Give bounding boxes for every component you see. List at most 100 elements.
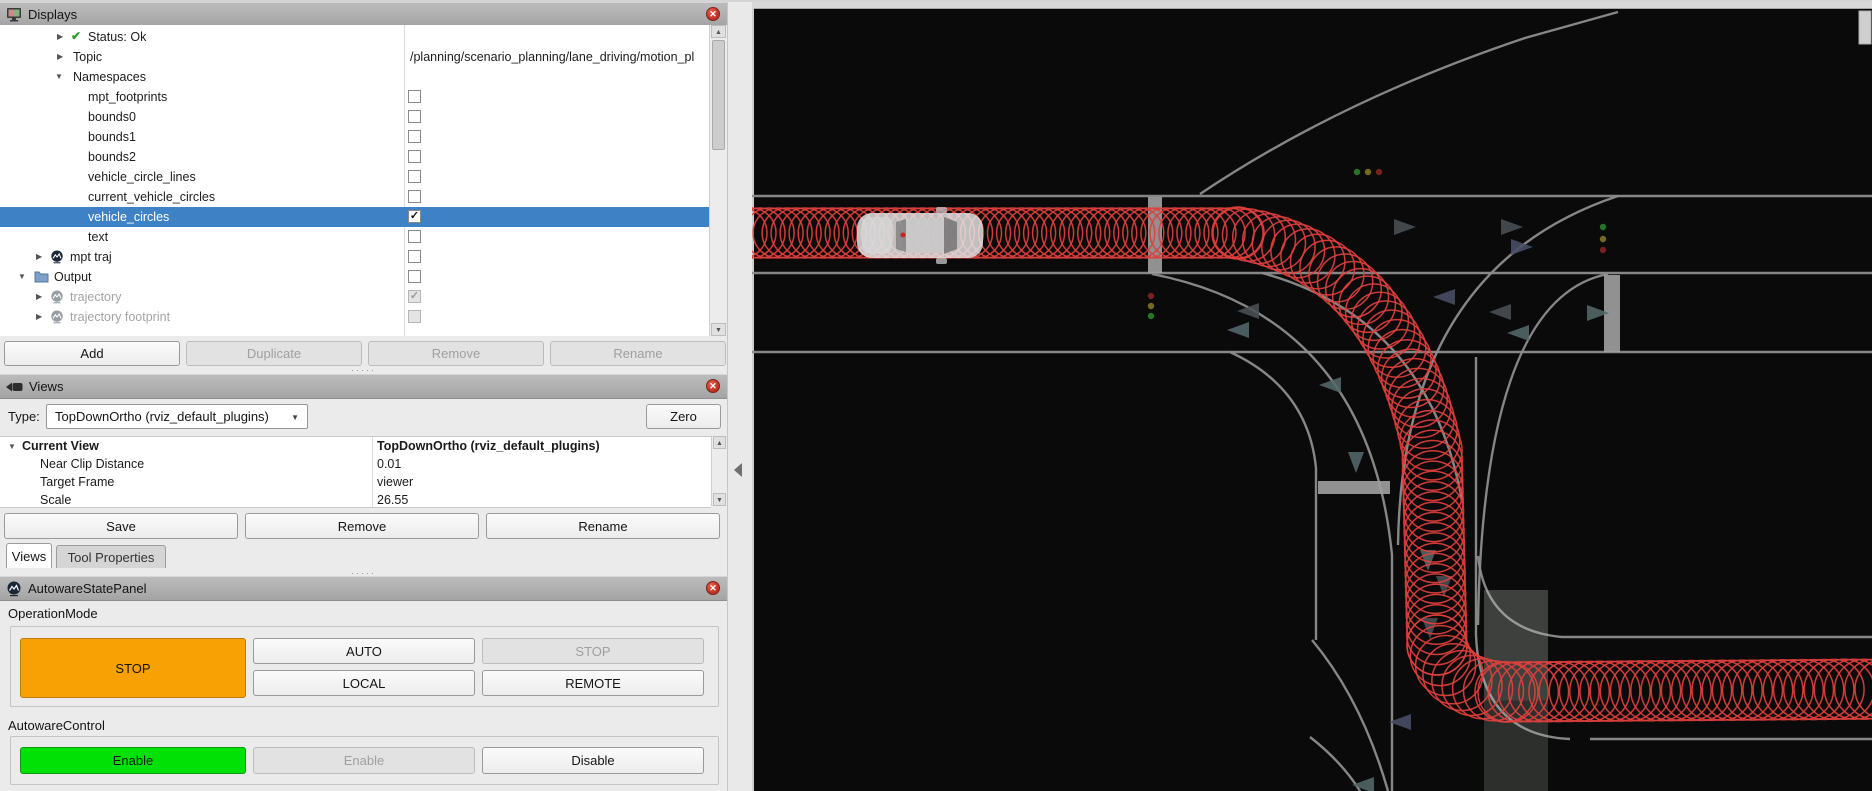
cv-value[interactable]: 0.01 [377,457,401,471]
panel-splitter[interactable] [727,0,752,791]
panel-resize-handle[interactable]: ····· [0,367,727,373]
chevron-down-icon[interactable]: ▼ [55,72,63,81]
checkbox-output[interactable] [408,270,421,283]
checkbox-current-vehicle-circles[interactable] [408,190,421,203]
tree-row-output[interactable]: ▼ Output [0,267,709,287]
cv-name: Scale [40,493,71,507]
checkbox-vehicle-circles[interactable]: ✓ [408,210,421,223]
tree-label: mpt traj [70,250,112,264]
checkbox-bounds0[interactable] [408,110,421,123]
chevron-right-icon[interactable]: ▶ [57,52,63,61]
disable-button[interactable]: Disable [482,747,704,774]
3d-viewport[interactable] [752,0,1872,791]
save-button[interactable]: Save [4,513,238,539]
tree-label: mpt_footprints [88,90,167,104]
cv-row-scale[interactable]: Scale 26.55 [0,491,711,508]
status-ok-check-icon: ✔ [71,29,81,43]
collapse-left-icon[interactable] [734,463,742,477]
checkbox-trajectory-footprint [408,310,421,323]
cv-value[interactable]: viewer [377,475,413,489]
scroll-down-icon[interactable]: ▼ [711,323,726,336]
current-view-table[interactable]: ▼ Current View TopDownOrtho (rviz_defaul… [0,436,711,508]
chevron-right-icon[interactable]: ▶ [57,32,63,41]
tree-row-mpt-traj[interactable]: ▶ mpt traj [0,247,709,267]
tree-row-current-vehicle-circles[interactable]: current_vehicle_circles [0,187,709,207]
tree-label: vehicle_circles [88,210,169,224]
stop-active-button[interactable]: STOP [20,638,246,698]
checkbox-text[interactable] [408,230,421,243]
tree-row-text[interactable]: text [0,227,709,247]
scroll-up-icon[interactable]: ▲ [713,436,726,449]
zero-button[interactable]: Zero [646,404,721,429]
rviz-window: { "displays_panel": { "title": "Displays… [0,0,1872,791]
current-view-scrollbar[interactable]: ▲ ▼ [711,436,727,506]
displays-close-icon[interactable]: ✕ [706,7,720,21]
tree-label: bounds1 [88,130,136,144]
tree-row-topic[interactable]: ▶Topic/planning/scenario_planning/lane_d… [0,47,709,67]
tree-row-trajectory[interactable]: ▶trajectory✓ [0,287,709,307]
autoware-panel-titlebar[interactable]: AutowareStatePanel ✕ [0,576,727,601]
tree-label: Output [54,270,92,284]
cv-value[interactable]: 26.55 [377,493,408,507]
tree-row-mpt-footprints[interactable]: mpt_footprints [0,87,709,107]
viewport-left-edge [752,8,754,791]
displays-panel-titlebar[interactable]: Displays ✕ [0,2,727,27]
viewport-background [752,0,1872,791]
cv-row-near-clip[interactable]: Near Clip Distance 0.01 [0,455,711,473]
tree-label: trajectory footprint [70,310,170,324]
remove-button[interactable]: Remove [245,513,479,539]
rename-button[interactable]: Rename [486,513,720,539]
traffic-light-dot [1376,169,1382,175]
views-close-icon[interactable]: ✕ [706,379,720,393]
cv-row-current-view[interactable]: ▼ Current View TopDownOrtho (rviz_defaul… [0,437,711,455]
cv-row-target-frame[interactable]: Target Frame viewer [0,473,711,491]
building-footprint-top [1484,590,1548,701]
stop-line-bar [1318,481,1390,494]
tree-row-bounds1[interactable]: bounds1 [0,127,709,147]
tree-row-vehicle-circle-lines[interactable]: vehicle_circle_lines [0,167,709,187]
topic-value[interactable]: /planning/scenario_planning/lane_driving… [410,50,694,64]
checkbox-mpt-traj[interactable] [408,250,421,263]
chevron-down-icon[interactable]: ▼ [8,442,16,451]
tree-row-status-ok[interactable]: ▶ ✔ Status: Ok [0,27,709,47]
views-panel-titlebar[interactable]: Views ✕ [0,374,727,399]
remote-button[interactable]: REMOTE [482,670,704,696]
checkbox-bounds2[interactable] [408,150,421,163]
autoware-close-icon[interactable]: ✕ [706,581,720,595]
displays-panel-icon [6,7,22,22]
tree-label: Status: Ok [88,30,146,44]
ego-vehicle-mirror [936,207,947,213]
tree-row-vehicle-circles[interactable]: vehicle_circles ✓ [0,207,709,227]
tree-row-namespaces[interactable]: ▼Namespaces [0,67,709,87]
scroll-down-icon[interactable]: ▼ [713,493,726,506]
checkbox-bounds1[interactable] [408,130,421,143]
chevron-right-icon[interactable]: ▶ [36,252,42,261]
autoware-control-label: AutowareControl [8,718,105,733]
view-type-combobox[interactable]: TopDownOrtho (rviz_default_plugins) ▼ [46,404,308,429]
tree-row-bounds0[interactable]: bounds0 [0,107,709,127]
chevron-right-icon[interactable]: ▶ [36,292,42,301]
local-button[interactable]: LOCAL [253,670,475,696]
traffic-light-dot [1148,293,1154,299]
tab-views[interactable]: Views [6,543,52,568]
scroll-up-icon[interactable]: ▲ [711,25,726,38]
tree-row-trajectory-footprint[interactable]: ▶ trajectory footprint [0,307,709,327]
traffic-light-dot [1600,236,1606,242]
checkbox-mpt-footprints[interactable] [408,90,421,103]
chevron-down-icon: ▼ [291,413,299,422]
checkbox-vehicle-circle-lines[interactable] [408,170,421,183]
chevron-down-icon[interactable]: ▼ [18,272,26,281]
auto-button[interactable]: AUTO [253,638,475,664]
tree-label: bounds0 [88,110,136,124]
chevron-right-icon[interactable]: ▶ [36,312,42,321]
tab-tool-properties[interactable]: Tool Properties [56,545,166,568]
displays-tree-scrollbar[interactable]: ▲ ▼ [709,25,727,336]
views-panel-title: Views [29,379,63,394]
displays-tree[interactable]: ▶ ✔ Status: Ok ▶Topic/planning/scenario_pla… [0,25,709,336]
add-display-button[interactable]: Add [4,341,180,366]
enable-active-button[interactable]: Enable [20,747,246,774]
tree-row-bounds2[interactable]: bounds2 [0,147,709,167]
autoware-display-icon [50,250,64,267]
scrollbar-thumb[interactable] [712,40,725,150]
ego-vehicle-mirror [936,258,947,264]
